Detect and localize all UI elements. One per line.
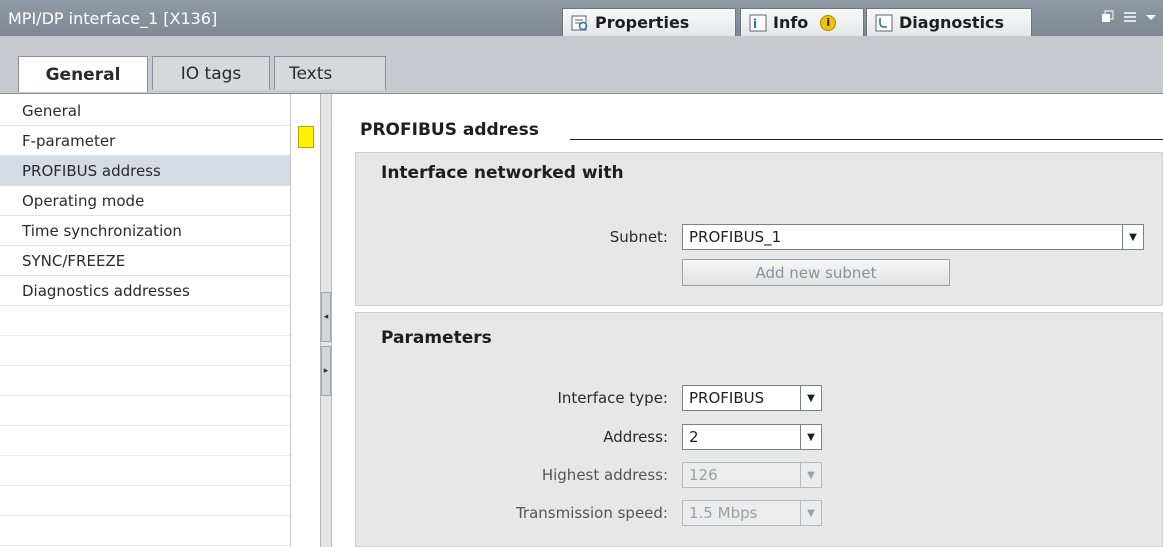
address-select[interactable]: 2: [682, 424, 802, 450]
highest-address-label: Highest address:: [541, 466, 668, 484]
nav-item-sync-freeze[interactable]: SYNC/FREEZE: [0, 246, 290, 276]
nav-item-label: Diagnostics addresses: [22, 282, 190, 300]
info-badge-icon: i: [820, 14, 837, 31]
nav-empty-row: [0, 486, 290, 516]
transmission-speed-dropdown-icon: ▼: [800, 500, 822, 526]
highest-address-value: 126: [689, 466, 718, 484]
transmission-speed-value: 1.5 Mbps: [689, 504, 758, 522]
interface-type-value: PROFIBUS: [689, 389, 765, 407]
highest-address-dropdown-icon: ▼: [800, 462, 822, 488]
expand-right-icon[interactable]: ▸: [321, 346, 331, 396]
properties-icon: [571, 14, 589, 32]
restore-icon[interactable]: [1101, 10, 1115, 28]
tab-io-tags-label: IO tags: [180, 63, 242, 84]
info-icon: i: [749, 14, 767, 32]
chevron-down-icon[interactable]: [1145, 10, 1157, 28]
interface-type-label: Interface type:: [557, 389, 669, 407]
nav-item-label: General: [22, 102, 82, 120]
add-new-subnet-button[interactable]: Add new subnet: [682, 259, 950, 286]
transmission-speed-select: 1.5 Mbps: [682, 500, 802, 526]
tab-texts-label: Texts: [289, 63, 333, 84]
tab-general-label: General: [45, 64, 121, 85]
networked-group-title: Interface networked with: [381, 163, 624, 183]
tab-properties[interactable]: Properties: [562, 8, 736, 36]
tab-general[interactable]: General: [18, 56, 148, 92]
diagnostics-icon: [875, 14, 893, 32]
tab-info-label: Info: [773, 13, 809, 32]
nav-item-label: Operating mode: [22, 192, 145, 210]
subnet-select[interactable]: PROFIBUS_1: [682, 224, 1124, 250]
window-title: MPI/DP interface_1 [X136]: [8, 9, 218, 28]
nav-empty-row: [0, 396, 290, 426]
nav-item-label: SYNC/FREEZE: [22, 252, 126, 270]
interface-type-select[interactable]: PROFIBUS: [682, 385, 802, 411]
nav-item-general[interactable]: General: [0, 96, 290, 126]
svg-text:i: i: [753, 17, 757, 31]
tab-properties-label: Properties: [595, 13, 690, 32]
warning-flag-icon: [298, 126, 314, 148]
tab-diagnostics[interactable]: Diagnostics: [866, 8, 1032, 36]
nav-empty-row: [0, 426, 290, 456]
address-value: 2: [689, 428, 699, 446]
subnet-dropdown-icon[interactable]: ▼: [1122, 224, 1144, 250]
interface-type-dropdown-icon[interactable]: ▼: [800, 385, 822, 411]
tab-io-tags[interactable]: IO tags: [152, 56, 270, 90]
section-title: PROFIBUS address: [360, 120, 539, 140]
nav-empty-row: [0, 336, 290, 366]
tab-texts[interactable]: Texts: [274, 56, 386, 90]
property-nav: General F-parameter PROFIBUS address Ope…: [0, 94, 290, 547]
list-icon[interactable]: [1123, 10, 1137, 28]
window-controls: [1101, 10, 1157, 28]
subnet-value: PROFIBUS_1: [689, 228, 782, 246]
nav-item-label: PROFIBUS address: [22, 162, 161, 180]
status-column: [290, 94, 320, 547]
nav-item-f-parameter[interactable]: F-parameter: [0, 126, 290, 156]
nav-item-time-synchronization[interactable]: Time synchronization: [0, 216, 290, 246]
nav-item-label: Time synchronization: [22, 222, 182, 240]
nav-empty-row: [0, 366, 290, 396]
subnet-label: Subnet:: [609, 228, 668, 246]
section-rule: [570, 139, 1163, 140]
parameters-group-title: Parameters: [381, 328, 492, 348]
nav-item-operating-mode[interactable]: Operating mode: [0, 186, 290, 216]
transmission-speed-label: Transmission speed:: [515, 504, 668, 522]
nav-item-label: F-parameter: [22, 132, 116, 150]
address-dropdown-icon[interactable]: ▼: [800, 424, 822, 450]
collapse-left-icon[interactable]: ◂: [321, 292, 331, 342]
address-label: Address:: [603, 428, 668, 446]
tab-diagnostics-label: Diagnostics: [899, 13, 1005, 32]
nav-item-profibus-address[interactable]: PROFIBUS address: [0, 156, 290, 186]
nav-item-diagnostics-addresses[interactable]: Diagnostics addresses: [0, 276, 290, 306]
nav-empty-row: [0, 306, 290, 336]
add-new-subnet-label: Add new subnet: [755, 263, 877, 282]
nav-empty-row: [0, 516, 290, 546]
highest-address-select: 126: [682, 462, 802, 488]
nav-empty-row: [0, 456, 290, 486]
tab-info[interactable]: i Info i: [740, 8, 864, 36]
